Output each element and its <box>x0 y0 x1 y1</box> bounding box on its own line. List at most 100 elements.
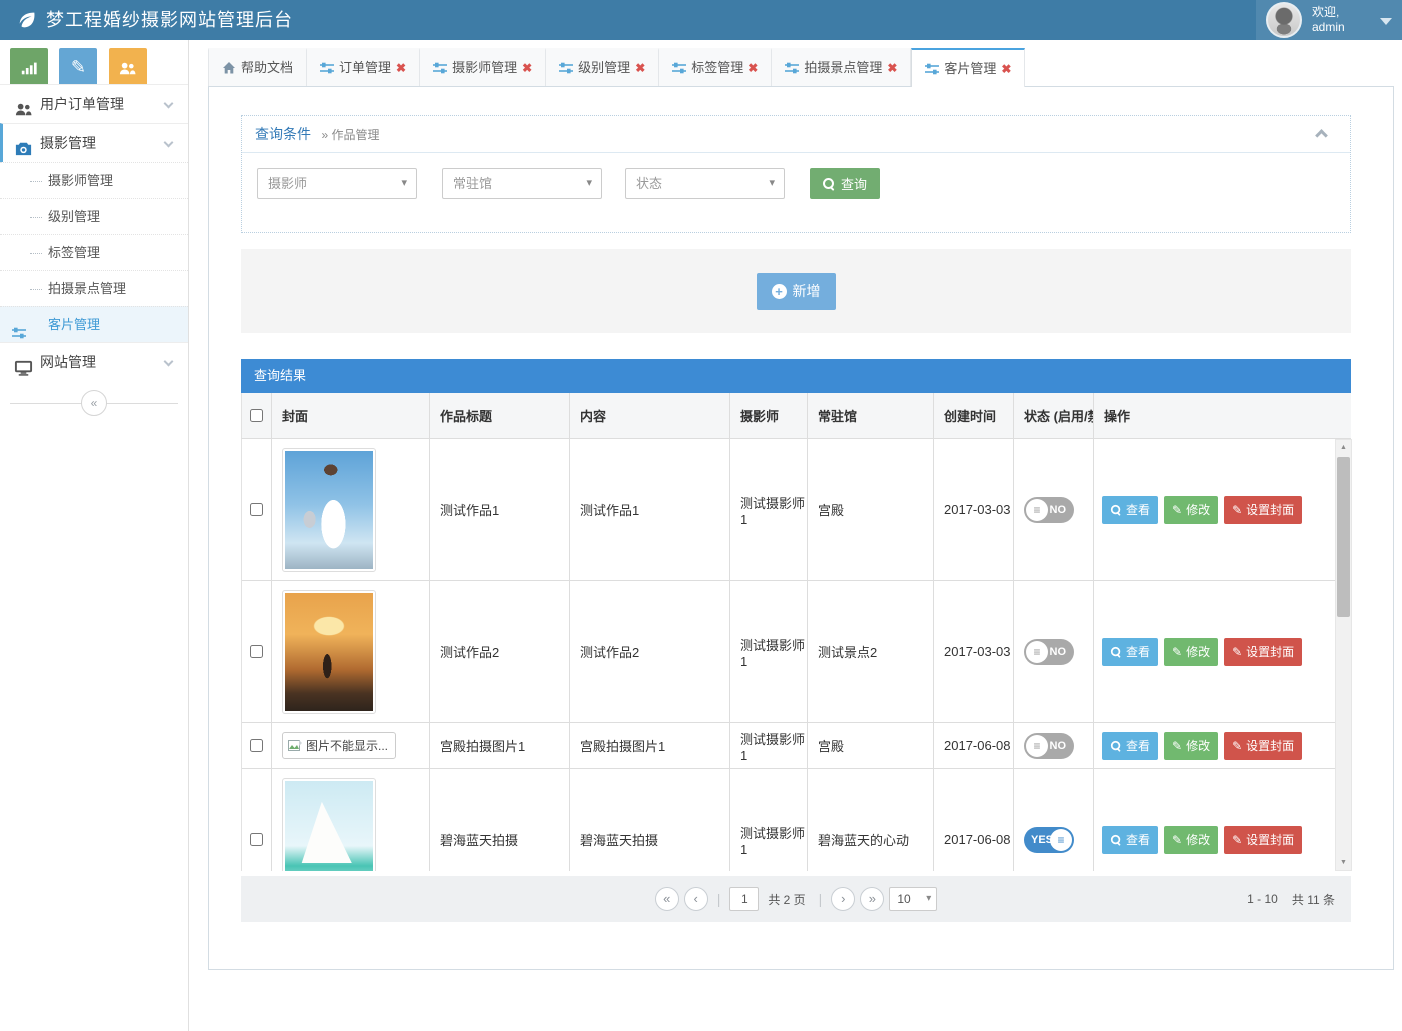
users-button[interactable] <box>109 48 147 86</box>
view-button[interactable]: 查看 <box>1102 732 1158 760</box>
close-tab-icon[interactable]: ✖ <box>887 51 897 85</box>
col-content: 内容 <box>570 393 730 438</box>
enable-toggle[interactable]: YES≡ <box>1024 827 1074 853</box>
set-cover-button[interactable]: ✎设置封面 <box>1224 826 1302 854</box>
cover-image[interactable] <box>282 778 376 872</box>
sidebar-item-photo-mgmt[interactable]: 客片管理 <box>0 306 188 342</box>
add-button[interactable]: + 新增 <box>757 273 836 310</box>
view-button[interactable]: 查看 <box>1102 826 1158 854</box>
enable-toggle[interactable]: ≡NO <box>1024 497 1074 523</box>
tab-spot-mgmt[interactable]: 拍摄景点管理 ✖ <box>772 48 911 86</box>
next-page-button[interactable]: › <box>831 887 855 911</box>
select-all-cell <box>242 393 272 438</box>
tab-order-mgmt[interactable]: 订单管理 ✖ <box>307 48 420 86</box>
pagination-bar: « ‹ | 共 2 页 | › » 10 ▾ 1 - 10 共 11 条 <box>241 876 1351 922</box>
set-cover-button[interactable]: ✎设置封面 <box>1224 638 1302 666</box>
close-tab-icon[interactable]: ✖ <box>748 51 758 85</box>
divider: | <box>717 891 721 907</box>
set-cover-button[interactable]: ✎设置封面 <box>1224 496 1302 524</box>
sidebar-item-level-mgmt[interactable]: 级别管理 <box>0 198 188 234</box>
user-menu[interactable]: 欢迎, admin <box>1256 0 1402 40</box>
cover-image[interactable] <box>282 590 376 714</box>
hall-select[interactable]: 常驻馆 ▾ <box>442 168 602 199</box>
tab-photographer-mgmt[interactable]: 摄影师管理 ✖ <box>420 48 546 86</box>
sidebar-item-website[interactable]: 网站管理 <box>0 342 188 381</box>
cover-image[interactable] <box>282 448 376 572</box>
filter-header: 查询条件 » 作品管理 <box>242 116 1350 153</box>
pencil-icon: ✎ <box>1232 834 1242 846</box>
tab-help-docs[interactable]: 帮助文档 <box>208 48 307 86</box>
sidebar-item-photographer-mgmt[interactable]: 摄影师管理 <box>0 162 188 198</box>
welcome-text: 欢迎, admin <box>1312 5 1345 35</box>
created-cell: 2017-03-03 <box>934 581 1014 722</box>
total-pages-label: 共 2 页 <box>768 891 805 908</box>
sidebar-item-spot-mgmt[interactable]: 拍摄景点管理 <box>0 270 188 306</box>
view-button[interactable]: 查看 <box>1102 496 1158 524</box>
chevron-down-icon <box>164 99 174 109</box>
tab-bar: 帮助文档 订单管理 ✖ 摄影师管理 ✖ 级别管理 ✖ 标签管理 ✖ 拍摄景点管理… <box>208 48 1394 86</box>
edit-label: 修改 <box>1186 737 1210 754</box>
status-cell: YES≡ <box>1014 769 1094 871</box>
photographer-cell: 测试摄影师1 <box>730 769 808 871</box>
photographer-select[interactable]: 摄影师 ▾ <box>257 168 417 199</box>
select-value: 摄影师 <box>268 176 307 191</box>
first-page-button[interactable]: « <box>655 887 679 911</box>
sidebar-item-label: 用户订单管理 <box>40 85 124 124</box>
table-row: 测试作品2 测试作品2 测试摄影师1 测试景点2 2017-03-03 ≡NO … <box>242 581 1335 723</box>
photographer-cell: 测试摄影师1 <box>730 581 808 722</box>
filter-title: 查询条件 <box>255 126 311 142</box>
sidebar-collapse: « <box>0 390 188 416</box>
avatar[interactable] <box>1266 2 1302 38</box>
broken-image-placeholder[interactable]: 图片不能显示... <box>282 732 396 759</box>
collapse-sidebar-button[interactable]: « <box>81 390 107 416</box>
sidebar-item-user-orders[interactable]: 用户订单管理 <box>0 84 188 123</box>
set-cover-button[interactable]: ✎设置封面 <box>1224 732 1302 760</box>
view-button[interactable]: 查看 <box>1102 638 1158 666</box>
close-tab-icon[interactable]: ✖ <box>396 51 406 85</box>
collapse-filter-icon[interactable] <box>1315 129 1328 142</box>
edit-button[interactable]: ✎修改 <box>1164 638 1218 666</box>
page-number-input[interactable] <box>729 887 759 911</box>
scroll-down-icon[interactable]: ▼ <box>1336 859 1351 866</box>
row-checkbox[interactable] <box>250 739 263 752</box>
tab-tag-mgmt[interactable]: 标签管理 ✖ <box>659 48 772 86</box>
sidebar-item-photography[interactable]: 摄影管理 <box>0 123 188 162</box>
prev-page-button[interactable]: ‹ <box>684 887 708 911</box>
status-cell: ≡NO <box>1014 581 1094 722</box>
row-checkbox[interactable] <box>250 833 263 846</box>
sliders-icon <box>433 61 447 75</box>
last-page-button[interactable]: » <box>860 887 884 911</box>
edit-button[interactable]: ✎修改 <box>1164 496 1218 524</box>
scrollbar-thumb[interactable] <box>1337 457 1350 617</box>
tab-photo-mgmt[interactable]: 客片管理 ✖ <box>911 48 1025 87</box>
edit-button[interactable]: ✎ <box>59 48 97 86</box>
row-checkbox[interactable] <box>250 503 263 516</box>
actions-cell: 查看 ✎修改 ✎设置封面 <box>1094 769 1335 871</box>
sidebar-item-tag-mgmt[interactable]: 标签管理 <box>0 234 188 270</box>
table-scrollbar[interactable]: ▲ ▼ <box>1335 439 1352 871</box>
sliders-icon <box>672 61 686 75</box>
created-cell: 2017-03-03 <box>934 439 1014 580</box>
enable-toggle[interactable]: ≡NO <box>1024 639 1074 665</box>
select-all-checkbox[interactable] <box>250 409 263 422</box>
close-tab-icon[interactable]: ✖ <box>1001 52 1011 86</box>
row-checkbox[interactable] <box>250 645 263 658</box>
page-size-select[interactable]: 10 ▾ <box>889 887 937 911</box>
search-button[interactable]: 查询 <box>810 168 880 199</box>
edit-button[interactable]: ✎修改 <box>1164 732 1218 760</box>
status-cell: ≡NO <box>1014 439 1094 580</box>
scroll-up-icon[interactable]: ▲ <box>1336 444 1351 451</box>
col-photographer: 摄影师 <box>730 393 808 438</box>
tab-label: 标签管理 <box>691 51 743 85</box>
edit-button[interactable]: ✎修改 <box>1164 826 1218 854</box>
cover-cell <box>272 439 430 580</box>
photography-submenu: 摄影师管理 级别管理 标签管理 拍摄景点管理 客片管理 <box>0 162 188 342</box>
sidebar-item-label: 级别管理 <box>48 209 100 224</box>
status-select[interactable]: 状态 ▾ <box>625 168 785 199</box>
close-tab-icon[interactable]: ✖ <box>635 51 645 85</box>
title-cell: 碧海蓝天拍摄 <box>430 769 570 871</box>
enable-toggle[interactable]: ≡NO <box>1024 733 1074 759</box>
stats-button[interactable] <box>10 48 48 86</box>
tab-level-mgmt[interactable]: 级别管理 ✖ <box>546 48 659 86</box>
close-tab-icon[interactable]: ✖ <box>522 51 532 85</box>
